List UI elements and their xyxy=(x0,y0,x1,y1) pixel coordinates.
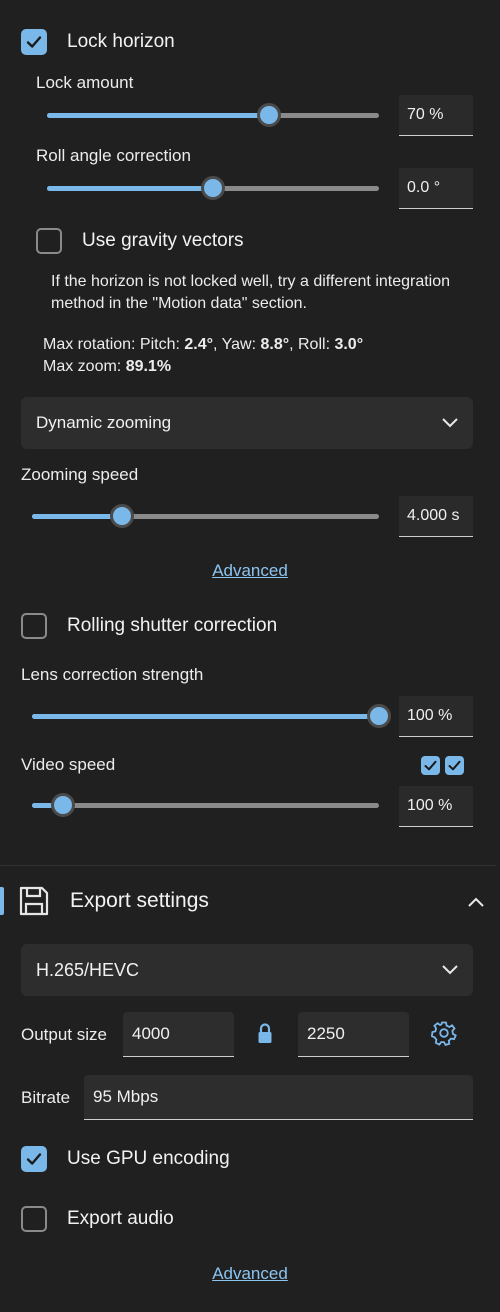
chevron-down-icon xyxy=(442,965,458,975)
output-size-label: Output size xyxy=(21,1025,107,1044)
video-speed-thumb[interactable] xyxy=(51,793,76,817)
video-speed-option-2-checkbox[interactable] xyxy=(445,756,464,775)
roll-label: , Roll: xyxy=(289,336,335,353)
gpu-encoding-checkbox[interactable] xyxy=(21,1146,47,1172)
zooming-speed-slider[interactable] xyxy=(32,504,379,528)
max-zoom-value: 89.1% xyxy=(125,358,172,375)
lens-strength-slider[interactable] xyxy=(32,704,391,728)
lock-horizon-label[interactable]: Lock horizon xyxy=(67,31,175,53)
zooming-speed-value[interactable]: 4.000 s xyxy=(399,496,473,537)
save-icon xyxy=(19,886,49,916)
stabilization-advanced-link[interactable]: Advanced xyxy=(0,561,500,581)
check-icon xyxy=(424,760,437,771)
lens-strength-label: Lens correction strength xyxy=(21,665,204,684)
pitch-value: 2.4° xyxy=(184,336,214,353)
export-audio-label[interactable]: Export audio xyxy=(67,1208,174,1230)
roll-correction-fill xyxy=(47,186,213,191)
max-rotation-prefix: Max rotation: Pitch: xyxy=(43,336,185,353)
gravity-vectors-label[interactable]: Use gravity vectors xyxy=(82,230,244,252)
bitrate-label: Bitrate xyxy=(21,1088,71,1107)
rolling-shutter-label[interactable]: Rolling shutter correction xyxy=(67,615,277,637)
export-settings-header[interactable]: Export settings xyxy=(0,880,500,924)
output-height-input[interactable]: 2250 xyxy=(298,1012,409,1057)
zooming-speed-thumb[interactable] xyxy=(110,504,135,528)
chevron-down-icon xyxy=(442,418,458,428)
max-rotation-text: Max rotation: Pitch: 2.4°, Yaw: 8.8°, Ro… xyxy=(43,334,483,356)
codec-dropdown[interactable]: H.265/HEVC xyxy=(21,944,473,996)
lock-amount-fill xyxy=(47,113,270,118)
check-icon xyxy=(26,1153,42,1165)
yaw-label: , Yaw: xyxy=(213,336,261,353)
video-speed-label: Video speed xyxy=(21,755,116,774)
codec-value: H.265/HEVC xyxy=(36,960,140,980)
gravity-vectors-checkbox[interactable] xyxy=(36,228,62,254)
lens-strength-value[interactable]: 100 % xyxy=(399,696,473,737)
export-advanced-link[interactable]: Advanced xyxy=(0,1264,500,1284)
zoom-mode-dropdown[interactable]: Dynamic zooming xyxy=(21,397,473,449)
check-icon xyxy=(26,36,42,48)
lens-strength-fill xyxy=(32,714,379,719)
roll-correction-slider[interactable] xyxy=(47,176,379,200)
lens-strength-thumb[interactable] xyxy=(367,704,391,728)
export-audio-checkbox[interactable] xyxy=(21,1206,47,1232)
lock-horizon-checkbox[interactable] xyxy=(21,29,47,55)
lock-amount-slider[interactable] xyxy=(47,103,379,127)
zooming-speed-label: Zooming speed xyxy=(21,465,139,484)
roll-value: 3.0° xyxy=(334,336,364,353)
horizon-hint: If the horizon is not locked well, try a… xyxy=(51,273,451,312)
export-settings-title: Export settings xyxy=(70,889,209,912)
roll-correction-thumb[interactable] xyxy=(201,176,225,200)
lock-amount-value[interactable]: 70 % xyxy=(399,95,473,136)
section-divider xyxy=(0,865,496,866)
yaw-value: 8.8° xyxy=(260,336,290,353)
gpu-encoding-label[interactable]: Use GPU encoding xyxy=(67,1148,230,1170)
video-speed-value[interactable]: 100 % xyxy=(399,786,473,827)
zoom-mode-value: Dynamic zooming xyxy=(36,413,172,432)
zooming-speed-fill xyxy=(32,514,123,519)
chevron-up-icon[interactable] xyxy=(467,895,485,909)
bitrate-input[interactable]: 95 Mbps xyxy=(84,1075,473,1120)
video-speed-slider[interactable] xyxy=(32,793,379,817)
check-icon xyxy=(448,760,461,771)
max-zoom-text: Max zoom: 89.1% xyxy=(43,356,171,378)
max-zoom-prefix: Max zoom: xyxy=(43,358,126,375)
roll-correction-value[interactable]: 0.0 ° xyxy=(399,168,473,209)
lock-amount-thumb[interactable] xyxy=(257,103,282,127)
gear-icon[interactable] xyxy=(431,1020,457,1046)
output-width-input[interactable]: 4000 xyxy=(123,1012,234,1057)
lock-icon[interactable] xyxy=(257,1022,273,1044)
roll-correction-label: Roll angle correction xyxy=(36,146,191,165)
lock-amount-label: Lock amount xyxy=(36,73,134,92)
video-speed-option-1-checkbox[interactable] xyxy=(421,756,440,775)
rolling-shutter-checkbox[interactable] xyxy=(21,613,47,639)
